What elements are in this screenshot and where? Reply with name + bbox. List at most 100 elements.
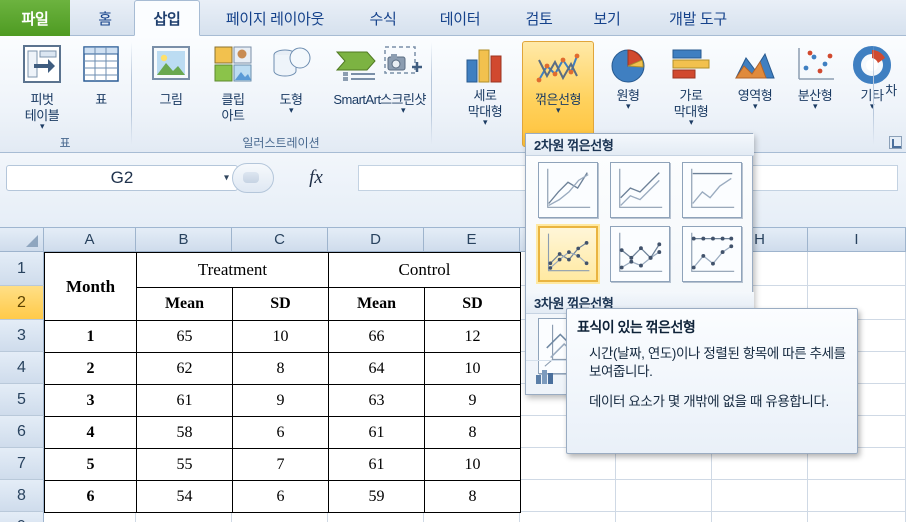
line-chart-button[interactable]: 꺾은선형 ▾ <box>522 41 594 147</box>
table-row[interactable]: 10 <box>424 448 521 481</box>
cell-G8[interactable] <box>616 480 712 512</box>
cell-C2-sd-header[interactable]: SD <box>232 287 329 321</box>
chevron-down-icon[interactable]: ▾ <box>626 102 631 111</box>
table-row[interactable]: 9 <box>232 384 329 417</box>
row-header-1[interactable]: 1 <box>0 252 44 286</box>
row-header-8[interactable]: 8 <box>0 480 44 512</box>
column-chart-button[interactable]: 세로 막대형 ▾ <box>454 44 516 127</box>
table-row[interactable]: 66 <box>328 320 425 353</box>
cell-C9[interactable] <box>232 512 328 522</box>
table-row[interactable]: 8 <box>232 352 329 385</box>
shapes-button[interactable]: 도형 ▾ <box>264 44 318 115</box>
table-row[interactable]: 64 <box>328 352 425 385</box>
col-header-E[interactable]: E <box>424 228 520 252</box>
area-chart-button[interactable]: 영역형 ▾ <box>726 44 784 111</box>
table-row[interactable]: 7 <box>232 448 329 481</box>
gallery-item-line-with-markers[interactable] <box>538 226 598 282</box>
tab-data[interactable]: 데이터 <box>420 0 500 36</box>
picture-button[interactable]: 그림 <box>142 44 200 107</box>
cell-B9[interactable] <box>136 512 232 522</box>
tab-home[interactable]: 홈 <box>78 0 132 36</box>
col-header-B[interactable]: B <box>136 228 232 252</box>
chevron-down-icon[interactable]: ▾ <box>224 173 229 184</box>
chevron-down-icon[interactable]: ▾ <box>401 106 406 115</box>
cell-I1[interactable] <box>808 252 906 286</box>
table-row[interactable]: 12 <box>424 320 521 353</box>
table-row[interactable]: 10 <box>232 320 329 353</box>
table-row[interactable]: 61 <box>328 416 425 449</box>
row-header-4[interactable]: 4 <box>0 352 44 384</box>
cell-B2-mean-header[interactable]: Mean <box>136 287 233 321</box>
chevron-down-icon[interactable]: ▾ <box>289 106 294 115</box>
table-row[interactable]: 6 <box>232 480 329 513</box>
chevron-down-icon[interactable]: ▾ <box>483 118 488 127</box>
cell-G9[interactable] <box>616 512 712 522</box>
cell-E2-sd-header[interactable]: SD <box>424 287 521 321</box>
gallery-item-stacked-line-with-markers[interactable] <box>610 226 670 282</box>
table-row[interactable]: 63 <box>328 384 425 417</box>
tab-view[interactable]: 보기 <box>578 0 636 36</box>
name-box[interactable]: G2 ▾ <box>6 165 238 191</box>
table-row[interactable]: 59 <box>328 480 425 513</box>
gallery-item-stacked-line[interactable] <box>610 162 670 218</box>
row-header-3[interactable]: 3 <box>0 320 44 352</box>
cell-A9[interactable] <box>44 512 136 522</box>
cell-I8[interactable] <box>808 480 906 512</box>
table-row[interactable]: 61 <box>328 448 425 481</box>
partial-button[interactable]: 차 <box>878 82 904 98</box>
gallery-item-100-stacked-line[interactable] <box>682 162 742 218</box>
col-header-I[interactable]: I <box>808 228 906 252</box>
col-header-D[interactable]: D <box>328 228 424 252</box>
bar-chart-button[interactable]: 가로 막대형 ▾ <box>660 44 722 127</box>
table-row[interactable]: 10 <box>424 352 521 385</box>
chevron-down-icon[interactable]: ▾ <box>689 118 694 127</box>
table-row[interactable]: 54 <box>136 480 233 513</box>
table-row[interactable]: 2 <box>44 352 137 385</box>
tab-formulas[interactable]: 수식 <box>350 0 416 36</box>
screenshot-button[interactable]: 스크린샷 ▾ <box>376 44 430 115</box>
gallery-item-100-stacked-line-with-markers[interactable] <box>682 226 742 282</box>
row-header-2[interactable]: 2 <box>0 286 44 320</box>
select-all-corner[interactable] <box>0 228 44 252</box>
tab-insert[interactable]: 삽입 <box>134 0 200 36</box>
chevron-down-icon[interactable]: ▾ <box>813 102 818 111</box>
table-row[interactable]: 4 <box>44 416 137 449</box>
table-row[interactable]: 61 <box>136 384 233 417</box>
tab-review[interactable]: 검토 <box>506 0 572 36</box>
table-row[interactable]: 58 <box>136 416 233 449</box>
chevron-down-icon[interactable]: ▾ <box>753 102 758 111</box>
cell-I9[interactable] <box>808 512 906 522</box>
table-row[interactable]: 1 <box>44 320 137 353</box>
cell-F8[interactable] <box>520 480 616 512</box>
table-row[interactable]: 6 <box>44 480 137 513</box>
table-row[interactable]: 6 <box>232 416 329 449</box>
gallery-item-line[interactable] <box>538 162 598 218</box>
clip-art-button[interactable]: 클립 아트 <box>206 44 260 123</box>
table-row[interactable]: 9 <box>424 384 521 417</box>
row-header-7[interactable]: 7 <box>0 448 44 480</box>
row-header-6[interactable]: 6 <box>0 416 44 448</box>
cell-H8[interactable] <box>712 480 808 512</box>
table-row[interactable]: 5 <box>44 448 137 481</box>
cell-A1-month-header[interactable]: Month <box>44 252 137 321</box>
col-header-C[interactable]: C <box>232 228 328 252</box>
table-row[interactable]: 8 <box>424 480 521 513</box>
row-header-5[interactable]: 5 <box>0 384 44 416</box>
tab-page-layout[interactable]: 페이지 레이아웃 <box>204 0 346 36</box>
cell-D1-control-header[interactable]: Control <box>328 252 521 288</box>
table-row[interactable]: 3 <box>44 384 137 417</box>
pivot-table-button[interactable]: 피벗 테이블 ▾ <box>14 44 70 131</box>
table-button[interactable]: 표 <box>76 44 126 107</box>
cell-H9[interactable] <box>712 512 808 522</box>
table-row[interactable]: 55 <box>136 448 233 481</box>
row-header-9[interactable]: 9 <box>0 512 44 522</box>
cell-E9[interactable] <box>424 512 520 522</box>
col-header-A[interactable]: A <box>44 228 136 252</box>
chevron-down-icon[interactable]: ▾ <box>556 106 561 115</box>
table-row[interactable]: 65 <box>136 320 233 353</box>
cell-D9[interactable] <box>328 512 424 522</box>
scatter-chart-button[interactable]: 분산형 ▾ <box>786 44 844 111</box>
table-row[interactable]: 62 <box>136 352 233 385</box>
table-row[interactable]: 8 <box>424 416 521 449</box>
cell-F9[interactable] <box>520 512 616 522</box>
